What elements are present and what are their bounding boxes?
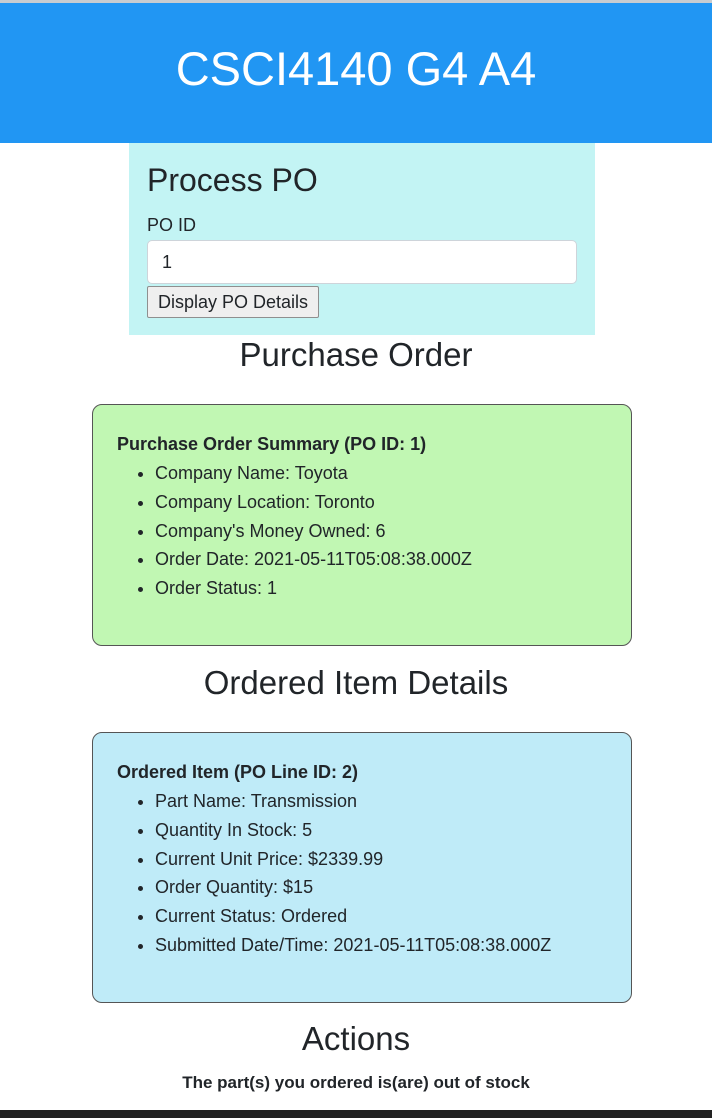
list-item: Company's Money Owned: 6 — [155, 517, 607, 546]
app-title: CSCI4140 G4 A4 — [175, 41, 537, 95]
list-item: Order Status: 1 — [155, 574, 607, 603]
list-item: Order Quantity: $15 — [155, 873, 607, 902]
ordered-item-title: Ordered Item (PO Line ID: 2) — [117, 762, 359, 782]
list-item: Company Location: Toronto — [155, 488, 607, 517]
bottom-bar — [0, 1110, 712, 1118]
display-po-details-button[interactable]: Display PO Details — [147, 286, 320, 318]
list-item: Current Status: Ordered — [155, 902, 607, 931]
list-item: Quantity In Stock: 5 — [155, 816, 607, 845]
out-of-stock-message: The part(s) you ordered is(are) out of s… — [182, 1073, 530, 1092]
process-po-form: Process PO PO ID Display PO Details — [129, 143, 595, 335]
form-title: Process PO — [147, 162, 318, 198]
po-id-input[interactable] — [147, 240, 577, 284]
po-id-label: PO ID — [147, 215, 197, 235]
list-item: Current Unit Price: $2339.99 — [155, 845, 607, 874]
purchase-order-heading: Purchase Order — [239, 336, 473, 373]
po-summary-list: Company Name: Toyota Company Location: T… — [117, 459, 607, 603]
actions-heading: Actions — [301, 1020, 411, 1057]
ordered-item-details-heading: Ordered Item Details — [203, 664, 509, 701]
po-summary-title: Purchase Order Summary (PO ID: 1) — [117, 434, 427, 454]
list-item: Company Name: Toyota — [155, 459, 607, 488]
ordered-item-list: Part Name: Transmission Quantity In Stoc… — [117, 787, 607, 960]
app-header: CSCI4140 G4 A4 — [0, 3, 712, 143]
list-item: Order Date: 2021-05-11T05:08:38.000Z — [155, 545, 607, 574]
ordered-item-card: Ordered Item (PO Line ID: 2) Part Name: … — [92, 732, 632, 1003]
list-item: Part Name: Transmission — [155, 787, 607, 816]
list-item: Submitted Date/Time: 2021-05-11T05:08:38… — [155, 931, 607, 960]
purchase-order-summary-card: Purchase Order Summary (PO ID: 1) Compan… — [92, 404, 632, 646]
